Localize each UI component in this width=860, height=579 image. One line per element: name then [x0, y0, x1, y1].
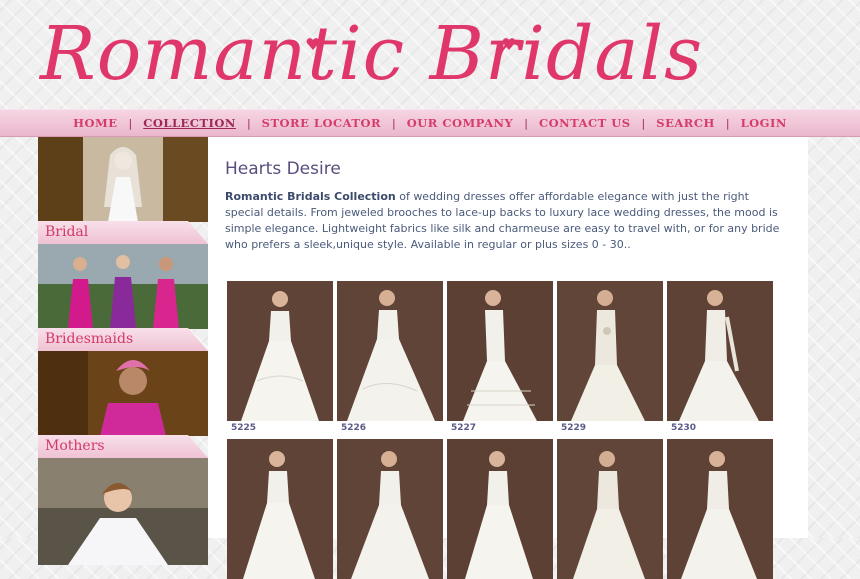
dress-code[interactable]: 5230 [671, 423, 777, 433]
dress-thumbnail[interactable] [667, 281, 773, 421]
dress-photo [667, 281, 773, 421]
category-bridesmaids[interactable]: Bridesmaids [38, 244, 208, 351]
dress-photo [667, 439, 773, 579]
dress-thumbnail[interactable] [557, 281, 663, 421]
intro-bold: Romantic Bridals Collection [225, 190, 396, 203]
category-flower-girl[interactable] [38, 458, 208, 565]
dress-thumbnail[interactable] [447, 281, 553, 421]
dress-thumbnail[interactable] [227, 439, 333, 579]
dress-code[interactable]: 5226 [341, 423, 447, 433]
mothers-photo [38, 351, 208, 436]
dress-photo [557, 281, 663, 421]
dress-code[interactable]: 5225 [231, 423, 337, 433]
page-title: Hearts Desire [225, 159, 341, 179]
dress-thumbnail[interactable] [227, 281, 333, 421]
dress-photo [227, 439, 333, 579]
category-mothers[interactable]: Mothers [38, 351, 208, 458]
heart-icon [502, 38, 516, 50]
collection-description: Romantic Bridals Collection of wedding d… [225, 189, 790, 253]
dress-photo [227, 281, 333, 421]
dress-photo [337, 439, 443, 579]
dress-thumbnail[interactable] [337, 439, 443, 579]
dress-thumbnail[interactable] [667, 439, 773, 579]
site-logo[interactable]: Romantic Bridals [40, 0, 702, 108]
category-sidebar: Bridal Bridesmaids Mothers [38, 137, 208, 565]
dress-thumbnail[interactable] [337, 281, 443, 421]
main-nav: HOME | COLLECTION | STORE LOCATOR | OUR … [0, 109, 860, 137]
dress-code[interactable]: 5227 [451, 423, 557, 433]
category-bridal[interactable]: Bridal [38, 137, 208, 244]
bridal-photo [38, 137, 208, 222]
nav-store-locator[interactable]: STORE LOCATOR [251, 116, 392, 130]
nav-collection[interactable]: COLLECTION [132, 116, 247, 130]
heart-icon [306, 38, 320, 50]
dress-thumbnail[interactable] [447, 439, 553, 579]
dress-photo [557, 439, 663, 579]
bridesmaids-photo [38, 244, 208, 329]
dress-photo [447, 439, 553, 579]
main-content: Hearts Desire Romantic Bridals Collectio… [208, 137, 808, 579]
dress-code[interactable]: 5229 [561, 423, 667, 433]
flower-girl-photo [38, 458, 208, 565]
dress-photo [337, 281, 443, 421]
category-label: Bridesmaids [45, 331, 134, 347]
dress-photo [447, 281, 553, 421]
nav-contact-us[interactable]: CONTACT US [528, 116, 642, 130]
nav-our-company[interactable]: OUR COMPANY [396, 116, 524, 130]
nav-search[interactable]: SEARCH [645, 116, 726, 130]
nav-login[interactable]: LOGIN [730, 116, 798, 130]
category-label: Mothers [45, 438, 105, 454]
category-label: Bridal [45, 224, 89, 240]
logo-text: Romantic Bridals [40, 11, 704, 97]
nav-home[interactable]: HOME [62, 116, 128, 130]
dress-thumbnail[interactable] [557, 439, 663, 579]
